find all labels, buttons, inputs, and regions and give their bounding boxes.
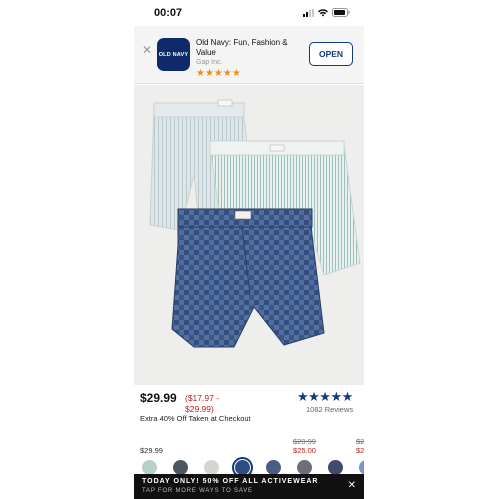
variant-price-row: $29.99 $29.99 $25.00 $2 $2 xyxy=(140,436,364,456)
promo-subtitle: TAP FOR MORE WAYS TO SAVE xyxy=(142,488,253,494)
color-swatch[interactable] xyxy=(359,460,364,475)
color-swatch[interactable] xyxy=(232,457,253,478)
boxer-shorts-illustration xyxy=(149,99,361,348)
color-swatch[interactable] xyxy=(173,460,188,475)
color-swatch[interactable] xyxy=(297,460,312,475)
status-time: 00:07 xyxy=(154,7,183,19)
close-icon[interactable]: ✕ xyxy=(348,480,356,491)
color-swatch[interactable] xyxy=(266,460,281,475)
sale-price: $29.99 xyxy=(140,391,177,405)
close-icon[interactable]: ✕ xyxy=(142,43,152,57)
app-publisher: Gap Inc. xyxy=(196,59,223,66)
product-rating-stars[interactable]: ★★★★★ xyxy=(297,389,353,405)
variant-price: $29.99 xyxy=(140,446,163,455)
status-icons xyxy=(303,8,350,17)
color-swatch[interactable] xyxy=(204,460,219,475)
variant-sale-price: $25.00 xyxy=(293,446,316,455)
checkout-promo-text: Extra 40% Off Taken at Checkout xyxy=(140,414,251,423)
open-app-button[interactable]: OPEN xyxy=(309,42,353,66)
smart-app-banner[interactable]: ✕ OLD NAVY Old Navy: Fun, Fashion & Valu… xyxy=(134,26,364,84)
battery-icon xyxy=(332,8,350,17)
review-count-link[interactable]: 1082 Reviews xyxy=(306,405,353,414)
variant-original-price: $2 xyxy=(356,437,364,446)
app-name: Old Navy: Fun, Fashion & Value xyxy=(196,38,288,57)
variant-original-price: $29.99 xyxy=(293,437,316,446)
signal-icon xyxy=(303,8,314,17)
promo-bar[interactable]: TODAY ONLY! 50% OFF ALL ACTIVEWEAR TAP F… xyxy=(134,474,364,499)
promo-title: TODAY ONLY! 50% OFF ALL ACTIVEWEAR xyxy=(142,478,319,485)
original-price-range: ($17.97 - $29.99) xyxy=(185,393,220,414)
app-icon: OLD NAVY xyxy=(157,38,190,71)
wifi-icon xyxy=(318,8,328,16)
price-line: $29.99 ($17.97 - $29.99) xyxy=(140,391,219,414)
color-swatch[interactable] xyxy=(142,460,157,475)
variant-sale-price: $2 xyxy=(356,446,364,455)
app-rating-stars: ★★★★★ xyxy=(196,68,241,79)
product-image[interactable] xyxy=(134,85,364,385)
phone-screen: 00:07 ✕ OLD NAVY Old Navy: Fun, Fashion … xyxy=(134,0,364,499)
color-swatch[interactable] xyxy=(328,460,343,475)
status-bar: 00:07 xyxy=(134,0,364,26)
